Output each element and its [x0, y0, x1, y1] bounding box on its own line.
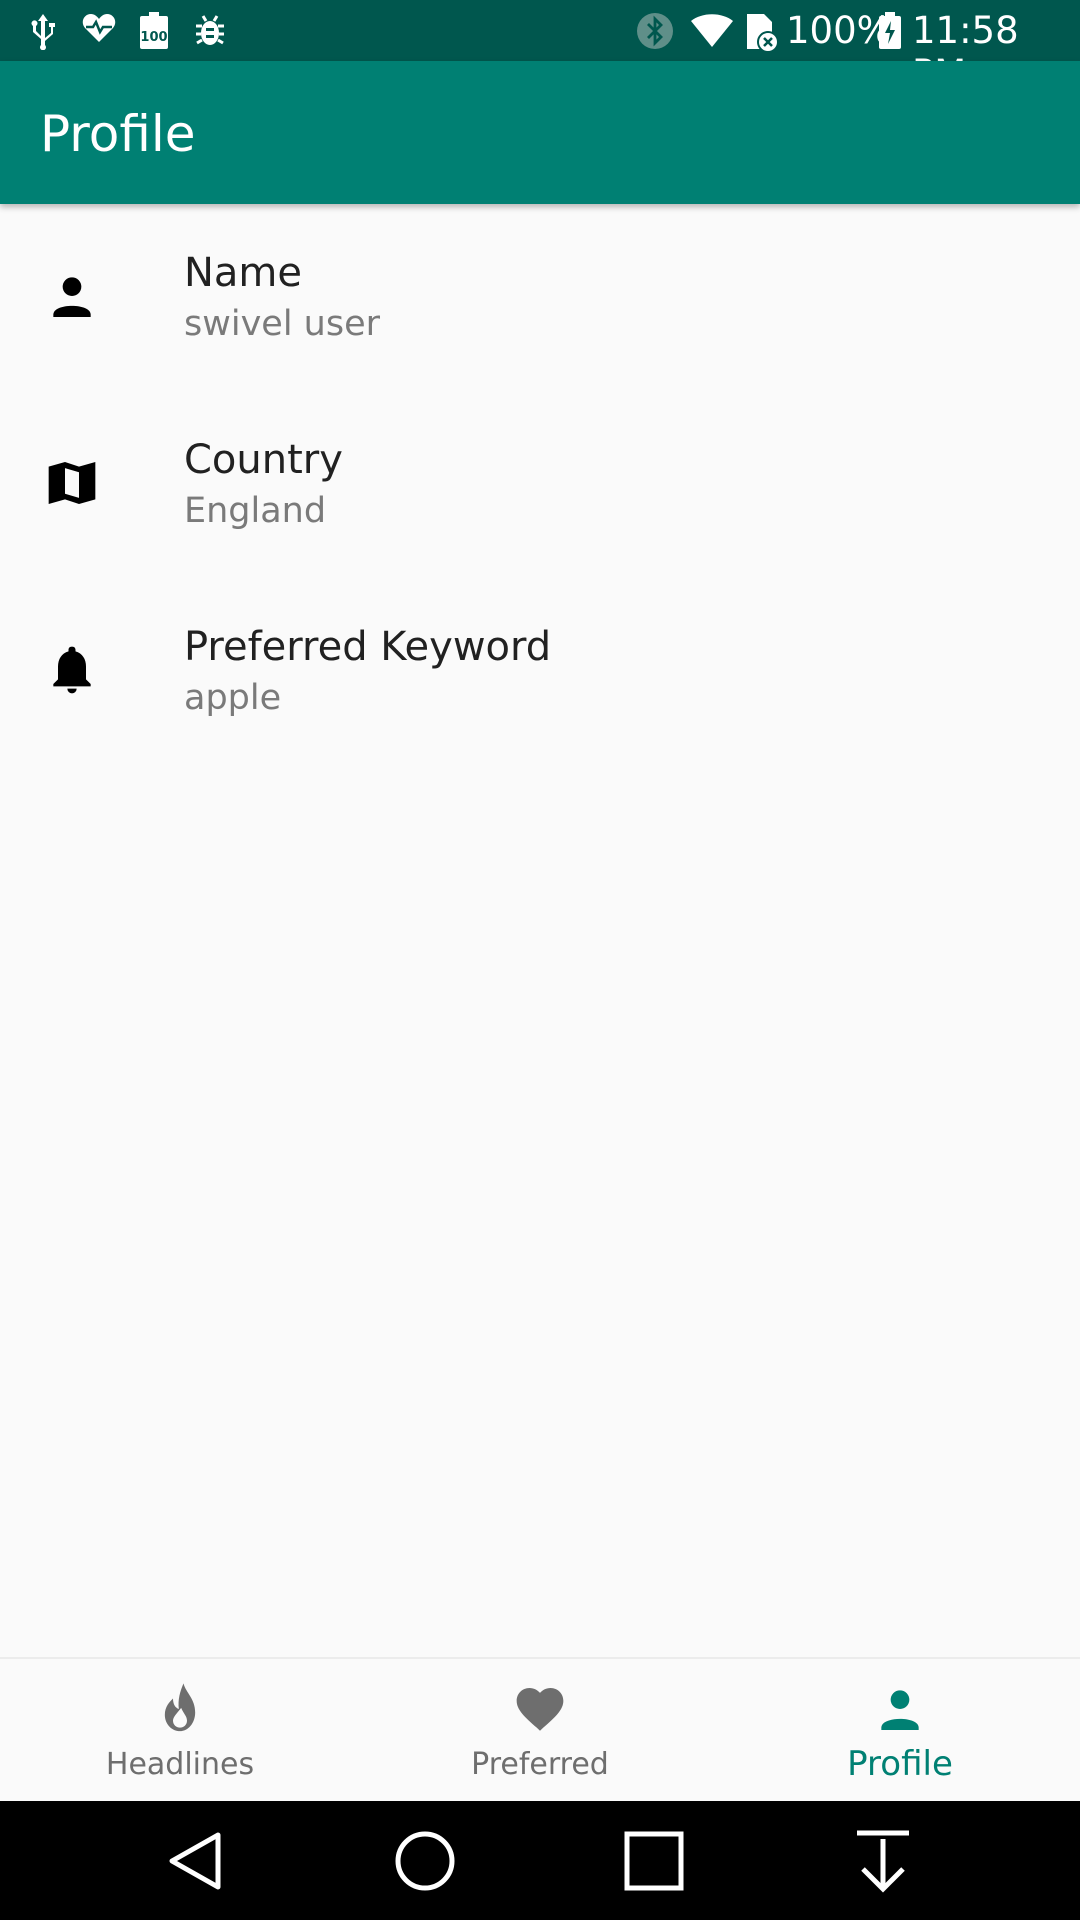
heart-icon [516, 1688, 564, 1731]
download-icon[interactable] [851, 1829, 915, 1893]
bottom-navigation: Headlines Preferred Profile [0, 1657, 1080, 1803]
profile-item-keyword[interactable]: Preferred Keyword apple [0, 578, 1080, 765]
tab-profile[interactable]: Profile [720, 1659, 1080, 1803]
profile-item-country[interactable]: Country England [0, 391, 1080, 578]
sim-icon [747, 14, 779, 52]
profile-item-value: apple [184, 678, 282, 718]
bluetooth-icon [637, 13, 673, 49]
recents-icon[interactable] [622, 1829, 686, 1893]
back-icon[interactable] [164, 1829, 228, 1893]
profile-item-name[interactable]: Name swivel user [0, 204, 1080, 391]
battery-icon [879, 12, 901, 49]
battery-100-icon: 100 [140, 12, 168, 49]
health-icon [82, 14, 116, 42]
system-navigation-bar [0, 1801, 1080, 1920]
bell-icon [53, 646, 91, 694]
wifi-icon [691, 14, 733, 47]
person-icon [53, 277, 91, 317]
page-title: Profile [40, 105, 196, 163]
usb-icon [31, 14, 55, 50]
tab-label: Headlines [105, 1747, 255, 1782]
flame-icon [164, 1683, 196, 1732]
bug-icon [196, 15, 224, 45]
profile-item-title: Preferred Keyword [184, 624, 552, 670]
tab-preferred[interactable]: Preferred [360, 1659, 720, 1803]
tab-label: Preferred [471, 1747, 609, 1782]
svg-text:100: 100 [140, 30, 167, 45]
tab-headlines[interactable]: Headlines [0, 1659, 360, 1803]
person-icon [881, 1690, 919, 1730]
status-bar: 100 100% 11:58 PM [0, 0, 1080, 95]
profile-item-value: England [184, 491, 327, 531]
tab-label: Profile [847, 1744, 953, 1784]
profile-item-title: Name [184, 250, 303, 296]
profile-item-value: swivel user [184, 304, 381, 344]
app-bar: Profile [0, 61, 1080, 204]
battery-percent: 100% [786, 9, 892, 52]
map-icon [48, 462, 96, 504]
home-icon[interactable] [393, 1829, 457, 1893]
profile-item-title: Country [184, 437, 343, 483]
